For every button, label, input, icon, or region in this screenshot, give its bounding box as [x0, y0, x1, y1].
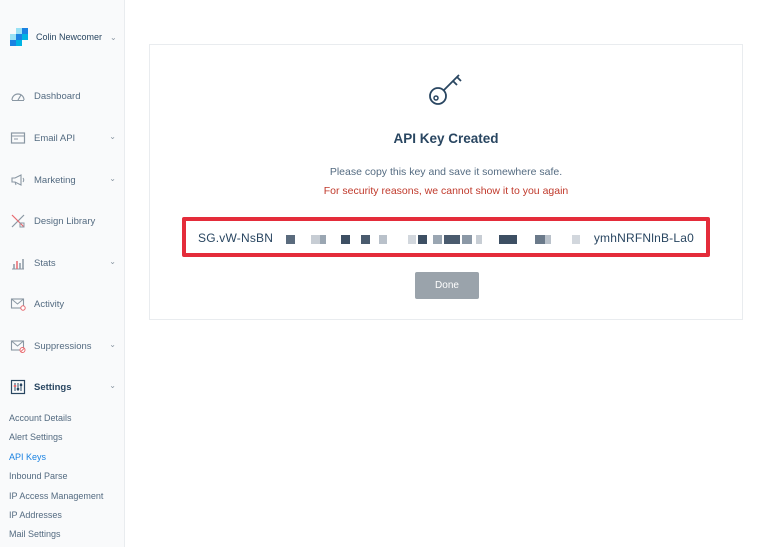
- sidebar-subitem-account-details[interactable]: Account Details: [9, 413, 72, 423]
- sidebar-subitem-mail-settings[interactable]: Mail Settings: [9, 529, 61, 539]
- sidebar: Colin Newcomer ⌄ Dashboard Email API ⌄ M…: [0, 0, 125, 547]
- api-key-suffix: ymhNRFNlnB-La0: [593, 231, 694, 245]
- chevron-down-icon: ⌄: [109, 132, 116, 141]
- sidebar-item-label: Design Library: [34, 215, 96, 227]
- security-warning-text: For security reasons, we cannot show it …: [323, 185, 569, 197]
- sidebar-item-label: Dashboard: [34, 90, 81, 102]
- sidebar-subitem-ip-access-management[interactable]: IP Access Management: [9, 491, 103, 501]
- sidebar-item-stats[interactable]: Stats ⌄: [10, 253, 120, 273]
- sidebar-item-email-api[interactable]: Email API ⌄: [10, 128, 120, 148]
- sidebar-item-label: Suppressions: [34, 340, 92, 352]
- sidebar-item-label: Email API: [34, 132, 76, 144]
- dashboard-icon: [10, 88, 26, 104]
- email-api-icon: [10, 130, 26, 146]
- sidebar-item-design-library[interactable]: Design Library: [10, 211, 120, 231]
- sidebar-item-suppressions[interactable]: Suppressions ⌄: [10, 336, 120, 356]
- api-key-prefix: SG.vW-NsBN: [198, 231, 274, 245]
- design-library-icon: [10, 213, 26, 229]
- sendgrid-logo-icon: [10, 28, 28, 46]
- account-name: Colin Newcomer: [36, 32, 103, 42]
- chevron-down-icon: ⌄: [109, 381, 116, 390]
- sidebar-item-settings[interactable]: Settings ⌄: [10, 377, 120, 397]
- chevron-down-icon: ⌄: [110, 32, 117, 42]
- copy-instruction-text: Please copy this key and save it somewhe…: [329, 166, 563, 178]
- sidebar-item-label: Marketing: [34, 174, 76, 186]
- sidebar-item-marketing[interactable]: Marketing ⌄: [10, 170, 120, 190]
- stats-icon: [10, 255, 26, 271]
- done-button[interactable]: Done: [415, 272, 479, 299]
- suppressions-icon: [10, 338, 26, 354]
- megaphone-icon: [10, 172, 26, 188]
- page-title: API Key Created: [393, 131, 499, 146]
- sidebar-subitem-api-keys[interactable]: API Keys: [9, 452, 46, 462]
- sidebar-item-label: Stats: [34, 257, 56, 269]
- settings-icon: [10, 379, 26, 395]
- sidebar-item-label: Activity: [34, 298, 65, 310]
- key-icon: [429, 74, 462, 105]
- chevron-down-icon: ⌄: [109, 174, 116, 183]
- sidebar-subitem-alert-settings[interactable]: Alert Settings: [9, 432, 63, 442]
- chevron-down-icon: ⌄: [109, 257, 116, 266]
- sidebar-item-label: Settings: [34, 381, 72, 393]
- api-key-field[interactable]: SG.vW-NsBN ymhNRFNlnB-La0: [182, 217, 710, 257]
- sidebar-subitem-ip-addresses[interactable]: IP Addresses: [9, 510, 62, 520]
- sidebar-item-dashboard[interactable]: Dashboard: [10, 86, 120, 106]
- chevron-down-icon: ⌄: [109, 340, 116, 349]
- api-key-created-card: API Key Created Please copy this key and…: [149, 44, 743, 320]
- activity-icon: [10, 296, 26, 312]
- sidebar-subitem-inbound-parse[interactable]: Inbound Parse: [9, 471, 68, 481]
- sidebar-item-activity[interactable]: Activity: [10, 294, 120, 314]
- account-switcher[interactable]: Colin Newcomer ⌄: [10, 27, 120, 47]
